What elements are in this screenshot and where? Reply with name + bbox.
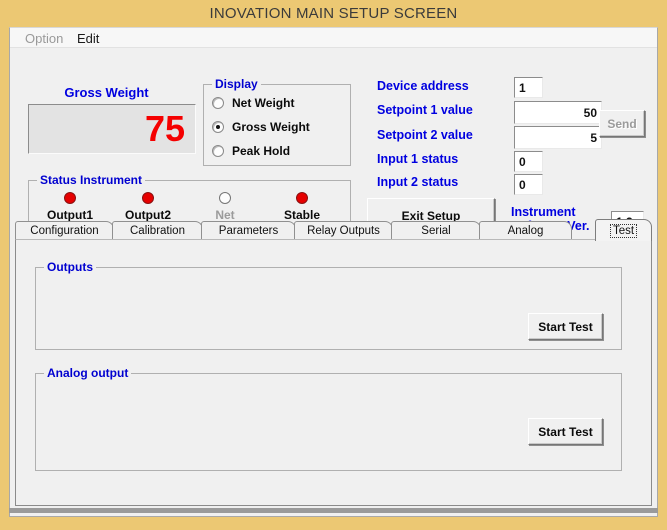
label-device-address: Device address [377, 79, 469, 93]
tab-configuration[interactable]: Configuration [15, 221, 114, 240]
tab-label: Analog [507, 225, 544, 237]
tab-label: Calibration [130, 225, 185, 237]
title-bar: INOVATION MAIN SETUP SCREEN [0, 0, 667, 27]
radio-circle-icon [212, 145, 224, 157]
status-indicator-stable: Stable [264, 192, 340, 222]
label-setpoint2-value: Setpoint 2 value [377, 128, 473, 142]
outputs-group-title: Outputs [44, 260, 96, 274]
tab-parameters[interactable]: Parameters [201, 221, 296, 240]
send-button[interactable]: Send [599, 110, 645, 137]
radio-gross-weight[interactable]: Gross Weight [212, 120, 310, 134]
input-input2-status[interactable]: 0 [514, 174, 543, 195]
tab-test[interactable]: Test [595, 219, 652, 241]
label-input1-status: Input 1 status [377, 152, 459, 166]
radio-circle-selected-icon [212, 121, 224, 133]
led-indicator-icon [296, 192, 308, 204]
input-device-address[interactable]: 1 [514, 77, 543, 98]
client-bottom-shadow [9, 508, 658, 513]
weight-value: 75 [144, 108, 185, 149]
analog-output-group-title: Analog output [44, 366, 132, 380]
label-input2-status: Input 2 status [377, 175, 459, 189]
display-mode-group: Display Net Weight Gross Weight Peak Hol… [203, 77, 351, 166]
tab-label: Relay Outputs [307, 225, 380, 237]
radio-gross-weight-label: Gross Weight [232, 120, 310, 134]
input-setpoint1-value[interactable]: 50 [514, 101, 602, 124]
menu-item-option[interactable]: Option [21, 30, 67, 47]
tab-label: Serial [421, 225, 451, 237]
tab-strip: Configuration Calibration Parameters Rel… [15, 219, 652, 241]
radio-net-weight[interactable]: Net Weight [212, 96, 294, 110]
start-test-analog-button[interactable]: Start Test [528, 418, 603, 445]
status-group-title: Status Instrument [37, 173, 146, 187]
radio-peak-hold-label: Peak Hold [232, 144, 291, 158]
menu-bar: Option Edit [10, 28, 657, 48]
tab-label: Parameters [218, 225, 279, 237]
status-indicator-net: Net [187, 192, 263, 222]
status-indicator-output1: Output1 [32, 192, 108, 222]
input-input1-status[interactable]: 0 [514, 151, 543, 172]
application-window: INOVATION MAIN SETUP SCREEN Option Edit … [0, 0, 667, 530]
tab-label: Configuration [30, 225, 99, 237]
menu-item-edit[interactable]: Edit [73, 30, 103, 47]
led-indicator-icon [64, 192, 76, 204]
tab-serial[interactable]: Serial [391, 221, 481, 240]
radio-circle-icon [212, 97, 224, 109]
tab-analog[interactable]: Analog [479, 221, 572, 240]
tab-label: Test [609, 223, 638, 238]
input-setpoint2-value[interactable]: 5 [514, 126, 602, 149]
weight-display-box: 75 [28, 104, 196, 154]
display-group-title: Display [212, 77, 261, 91]
led-indicator-off-icon [219, 192, 231, 204]
radio-peak-hold[interactable]: Peak Hold [212, 144, 290, 158]
radio-net-weight-label: Net Weight [232, 96, 295, 110]
led-indicator-icon [142, 192, 154, 204]
client-area: Option Edit Gross Weight 75 Display Net … [9, 27, 658, 517]
software-version-label-line1: Instrument [511, 205, 576, 219]
status-indicator-output2: Output2 [110, 192, 186, 222]
tab-relay-outputs[interactable]: Relay Outputs [294, 221, 393, 240]
window-title: INOVATION MAIN SETUP SCREEN [209, 5, 458, 22]
start-test-outputs-button[interactable]: Start Test [528, 313, 603, 340]
label-setpoint1-value: Setpoint 1 value [377, 103, 473, 117]
gross-weight-label: Gross Weight [64, 85, 149, 100]
tab-calibration[interactable]: Calibration [112, 221, 203, 240]
